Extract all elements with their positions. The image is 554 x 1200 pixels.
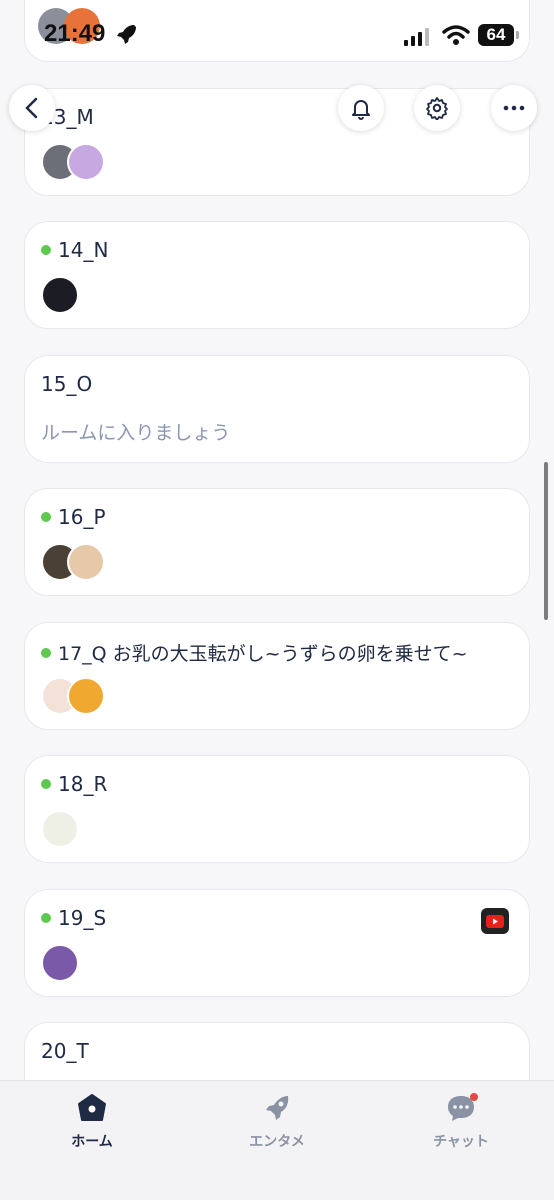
tab-home[interactable]: ホーム bbox=[22, 1093, 162, 1153]
room-card-15[interactable]: 15_O ルームに入りましょう bbox=[24, 355, 530, 463]
room-card-18[interactable]: 18_R bbox=[24, 755, 530, 863]
room-title: 15_O bbox=[41, 372, 93, 396]
room-empty-hint: ルームに入りましょう bbox=[41, 422, 231, 444]
avatar bbox=[67, 543, 105, 581]
battery-indicator: 64 bbox=[478, 24, 519, 46]
tab-label: エンタメ bbox=[249, 1134, 305, 1150]
tab-label: チャット bbox=[433, 1134, 489, 1150]
room-title: 17_Q お乳の大玉転がし~うずらの卵を乗せて~ bbox=[41, 639, 468, 666]
status-time: 21:49 bbox=[44, 20, 106, 47]
wifi-icon bbox=[442, 25, 470, 45]
room-title: 18_R bbox=[41, 772, 107, 796]
room-title: 14_N bbox=[41, 238, 108, 262]
avatar bbox=[41, 810, 79, 848]
back-button[interactable] bbox=[9, 85, 55, 131]
chat-icon bbox=[448, 1093, 478, 1121]
bottom-tab-bar: ホーム エンタメ チャット bbox=[0, 1080, 554, 1200]
notification-dot bbox=[470, 1093, 478, 1101]
active-dot bbox=[41, 511, 51, 522]
tab-label: ホーム bbox=[71, 1134, 113, 1150]
avatar bbox=[67, 143, 105, 181]
avatar bbox=[67, 677, 105, 715]
gear-icon bbox=[426, 97, 448, 120]
notifications-button[interactable] bbox=[338, 85, 384, 131]
tab-entertainment[interactable]: エンタメ bbox=[207, 1093, 347, 1153]
settings-button[interactable] bbox=[414, 85, 460, 131]
signal-icon bbox=[404, 28, 429, 46]
active-dot bbox=[41, 647, 51, 658]
room-title: 19_S bbox=[41, 906, 106, 930]
chevron-left-icon bbox=[25, 97, 38, 119]
status-bar: 21:49 64 bbox=[0, 0, 554, 70]
rocket-icon bbox=[266, 1096, 289, 1120]
scrollbar[interactable] bbox=[544, 462, 548, 620]
active-dot bbox=[41, 244, 51, 255]
active-dot bbox=[41, 778, 51, 789]
room-card-17[interactable]: 17_Q お乳の大玉転がし~うずらの卵を乗せて~ bbox=[24, 622, 530, 730]
room-title: 16_P bbox=[41, 505, 106, 529]
avatar bbox=[41, 276, 79, 314]
room-card-19[interactable]: 19_S bbox=[24, 889, 530, 997]
room-card-14[interactable]: 14_N bbox=[24, 221, 530, 329]
home-icon bbox=[78, 1094, 106, 1121]
room-title: 20_T bbox=[41, 1039, 89, 1063]
tab-chat[interactable]: チャット bbox=[391, 1093, 531, 1153]
more-options-button[interactable] bbox=[491, 85, 537, 131]
room-card-16[interactable]: 16_P bbox=[24, 488, 530, 596]
avatar bbox=[41, 944, 79, 982]
active-dot bbox=[41, 912, 51, 923]
bell-icon bbox=[352, 100, 370, 120]
youtube-icon bbox=[481, 908, 509, 934]
more-horizontal-icon bbox=[503, 105, 525, 111]
rocket-icon bbox=[117, 25, 136, 44]
